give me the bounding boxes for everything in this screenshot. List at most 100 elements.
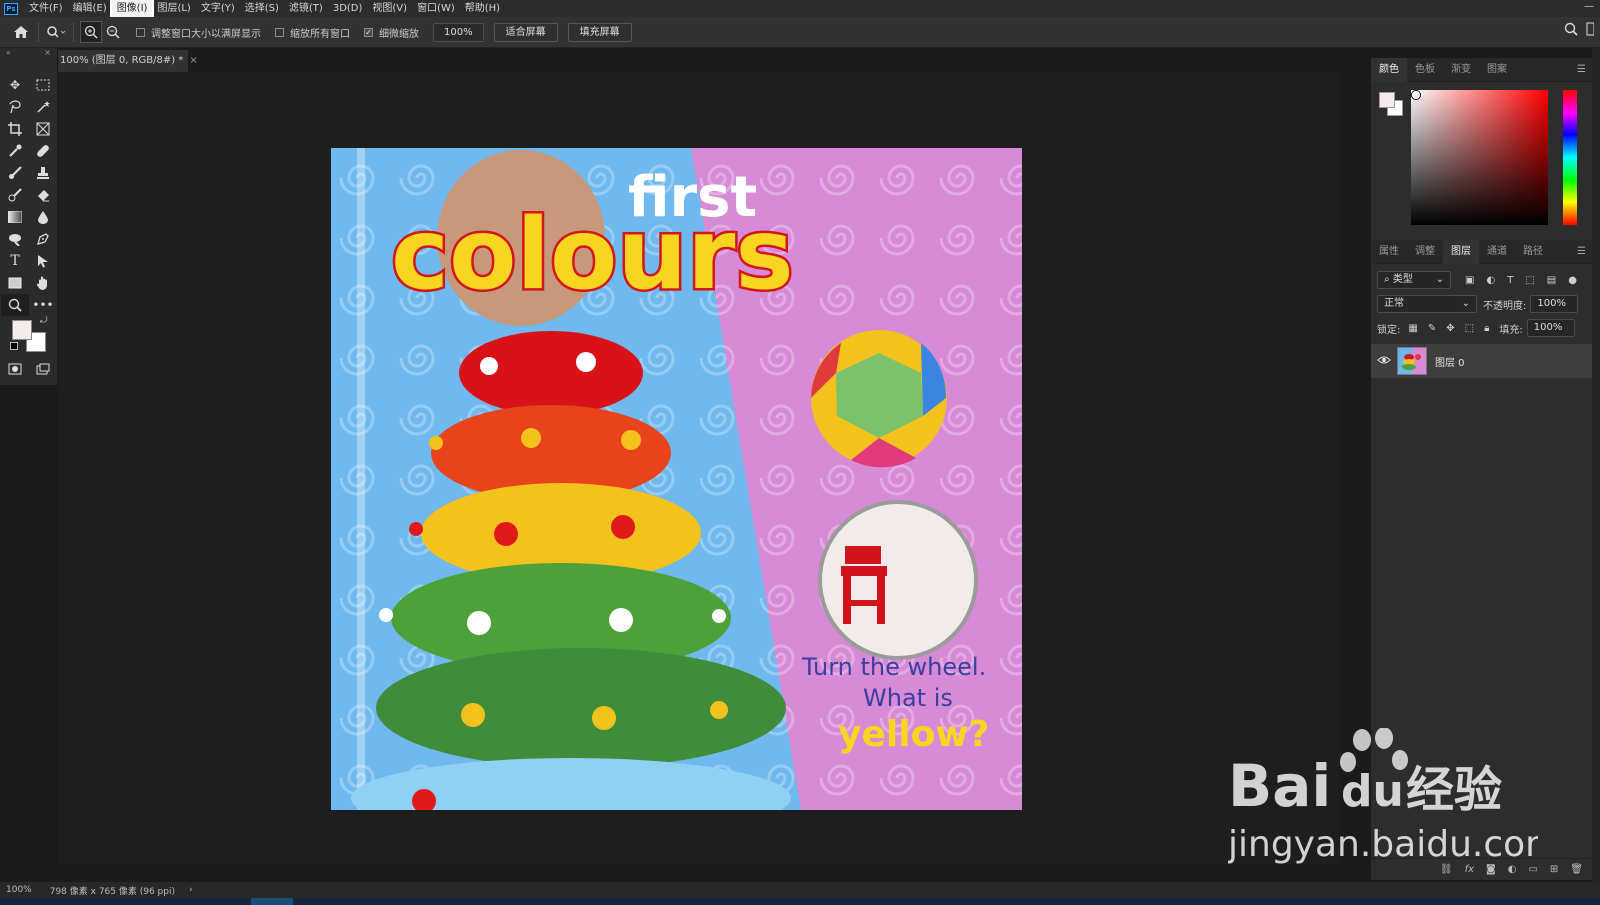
adjustment-filter-icon[interactable]: ◐ xyxy=(1486,275,1495,286)
close-icon[interactable]: × xyxy=(44,48,51,58)
frame-tool-icon[interactable] xyxy=(29,118,57,140)
lasso-tool-icon[interactable] xyxy=(1,96,29,118)
color-cursor[interactable] xyxy=(1412,91,1420,99)
menu-filter[interactable]: 滤镜(T) xyxy=(284,0,328,17)
tab-paths[interactable]: 路径 xyxy=(1515,240,1551,264)
tab-channels[interactable]: 通道 xyxy=(1479,240,1515,264)
tab-layers[interactable]: 图层 xyxy=(1443,239,1479,264)
color-field[interactable] xyxy=(1411,90,1548,225)
status-zoom[interactable]: 100% xyxy=(6,885,32,895)
lock-artboard-icon[interactable]: ⬚ xyxy=(1465,323,1474,334)
new-layer-icon[interactable]: ⊞ xyxy=(1550,864,1558,875)
zoom-value-field[interactable]: 100% xyxy=(433,22,484,42)
brush-tool-icon[interactable] xyxy=(1,162,29,184)
hand-tool-icon[interactable] xyxy=(29,272,57,294)
blur-tool-icon[interactable] xyxy=(29,206,57,228)
fit-screen-button[interactable]: 适合屏幕 xyxy=(493,22,558,42)
zoom-in-icon[interactable] xyxy=(80,21,102,43)
home-icon[interactable] xyxy=(10,21,32,43)
resize-windows-checkbox[interactable]: 调整窗口大小以满屏显示 xyxy=(136,25,261,40)
tab-swatches[interactable]: 色板 xyxy=(1407,58,1443,82)
gradient-tool-icon[interactable] xyxy=(1,206,29,228)
dodge-tool-icon[interactable] xyxy=(1,228,29,250)
eye-icon[interactable] xyxy=(1377,355,1391,368)
smart-object-filter-icon[interactable]: ▤ xyxy=(1547,275,1556,286)
taskbar-active-app[interactable] xyxy=(251,898,293,905)
tab-patterns[interactable]: 图案 xyxy=(1479,58,1515,82)
lock-row: 锁定: ▦ ✎ ✥ ⬚ 🔒︎ 填充: 100% xyxy=(1371,316,1592,340)
history-brush-icon[interactable] xyxy=(1,184,29,206)
type-filter-icon[interactable]: T xyxy=(1507,275,1513,286)
eraser-icon[interactable] xyxy=(29,184,57,206)
artwork-title-big: colours xyxy=(391,198,794,312)
quick-mask-icon[interactable] xyxy=(1,358,29,380)
menu-file[interactable]: 文件(F) xyxy=(24,0,68,17)
fill-field[interactable]: 100% xyxy=(1526,319,1575,337)
menu-image[interactable]: 图像(I) xyxy=(109,0,155,19)
panel-menu-icon[interactable]: ☰ xyxy=(1577,246,1586,257)
menu-window[interactable]: 窗口(W) xyxy=(412,0,460,17)
close-tab-icon[interactable]: × xyxy=(189,55,197,66)
shape-filter-icon[interactable]: ⬚ xyxy=(1525,275,1534,286)
zoom-tool-icon[interactable] xyxy=(1,294,29,316)
magic-wand-icon[interactable] xyxy=(29,96,57,118)
separator xyxy=(38,22,39,42)
screen-mode-icon[interactable] xyxy=(29,358,57,380)
type-tool-icon[interactable]: T xyxy=(1,250,29,272)
panel-menu-icon[interactable]: ☰ xyxy=(1577,64,1586,75)
pen-tool-icon[interactable] xyxy=(29,228,57,250)
color-fg-swatch[interactable] xyxy=(1379,92,1395,108)
document-image[interactable]: first colours Turn the wheel. What is ye… xyxy=(331,148,1022,810)
delete-layer-icon[interactable]: 🗑︎ xyxy=(1570,864,1583,875)
crop-tool-icon[interactable] xyxy=(1,118,29,140)
fill-screen-button[interactable]: 填充屏幕 xyxy=(567,22,632,42)
menu-view[interactable]: 视图(V) xyxy=(367,0,412,17)
hue-slider[interactable] xyxy=(1563,90,1577,225)
lock-transparent-icon[interactable]: ▦ xyxy=(1408,323,1417,334)
zoom-all-windows-checkbox[interactable]: 缩放所有窗口 xyxy=(275,25,350,40)
fill-value: 100% xyxy=(1533,322,1563,333)
tab-gradients[interactable]: 渐变 xyxy=(1443,58,1479,82)
collapse-icon[interactable]: « xyxy=(6,48,11,58)
search-icon[interactable] xyxy=(1564,22,1578,39)
lock-all-icon[interactable]: 🔒︎ xyxy=(1484,323,1489,334)
tab-properties[interactable]: 属性 xyxy=(1371,240,1407,264)
minimize-icon[interactable]: — xyxy=(1584,1,1594,12)
menu-edit[interactable]: 编辑(E) xyxy=(68,0,112,17)
lock-pixels-icon[interactable]: ✎ xyxy=(1428,323,1436,334)
scrubby-zoom-checkbox[interactable]: ✓ 细微缩放 xyxy=(364,25,419,40)
stamp-tool-icon[interactable] xyxy=(29,162,57,184)
zoom-tool-preset-icon[interactable] xyxy=(45,21,67,43)
menu-help[interactable]: 帮助(H) xyxy=(460,0,505,17)
default-colors-icon[interactable] xyxy=(10,342,18,350)
document-tab[interactable]: 100% (图层 0, RGB/8#) * × xyxy=(58,50,198,72)
move-tool-icon[interactable]: ✥ xyxy=(1,74,29,96)
blend-mode-value: 正常 xyxy=(1384,298,1404,309)
swap-colors-icon[interactable]: ⤾ xyxy=(40,316,48,326)
more-tools-icon[interactable]: ••• xyxy=(29,294,57,316)
options-right-icons xyxy=(1564,22,1595,39)
healing-brush-icon[interactable] xyxy=(29,140,57,162)
marquee-tool-icon[interactable] xyxy=(29,74,57,96)
lock-position-icon[interactable]: ✥ xyxy=(1446,323,1454,334)
layer-filter-dropdown[interactable]: ⌕ 类型 ⌄ xyxy=(1377,271,1451,289)
layer-row[interactable]: 图层 0 xyxy=(1371,344,1592,378)
eyedropper-icon[interactable] xyxy=(1,140,29,162)
foreground-color-swatch[interactable] xyxy=(12,320,32,340)
opacity-field[interactable]: 100% xyxy=(1530,295,1579,313)
filter-toggle-icon[interactable]: ● xyxy=(1568,275,1577,286)
menu-type[interactable]: 文字(Y) xyxy=(196,0,240,17)
menu-3d[interactable]: 3D(D) xyxy=(328,0,368,17)
tab-color[interactable]: 颜色 xyxy=(1371,57,1407,82)
menu-select[interactable]: 选择(S) xyxy=(240,0,284,17)
menu-layer[interactable]: 图层(L) xyxy=(152,0,195,17)
checkbox-icon xyxy=(275,27,284,37)
workspace-icon[interactable] xyxy=(1586,22,1595,39)
rectangle-tool-icon[interactable] xyxy=(1,272,29,294)
path-selection-icon[interactable] xyxy=(29,250,57,272)
image-filter-icon[interactable]: ▣ xyxy=(1465,275,1474,286)
status-arrow-icon[interactable]: › xyxy=(189,885,193,895)
tab-adjustments[interactable]: 调整 xyxy=(1407,240,1443,264)
zoom-out-icon[interactable] xyxy=(102,21,124,43)
blend-mode-dropdown[interactable]: 正常 ⌄ xyxy=(1377,295,1477,313)
